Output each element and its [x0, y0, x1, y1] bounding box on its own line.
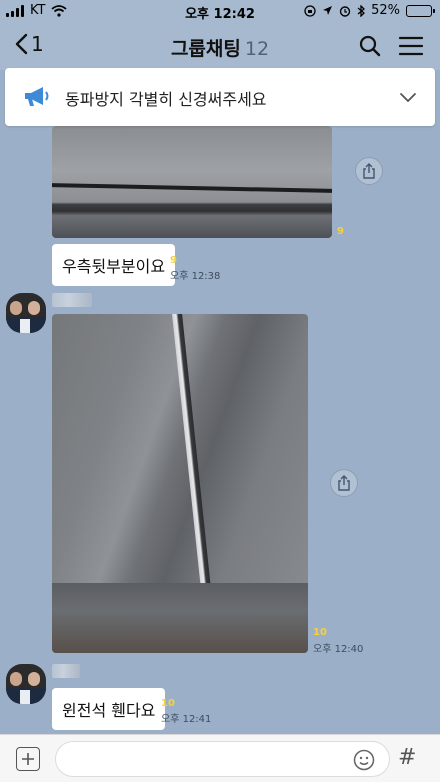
message-time: 오후 12:38 — [170, 271, 221, 282]
menu-button[interactable] — [398, 35, 424, 57]
notice-banner[interactable]: 동파방지 각별히 신경써주세요 — [5, 68, 435, 126]
attach-button[interactable] — [16, 747, 40, 771]
avatar[interactable] — [6, 664, 46, 704]
chevron-down-icon[interactable] — [399, 88, 417, 106]
message-input-bar: # — [0, 734, 440, 782]
photo-message[interactable] — [52, 126, 332, 238]
unread-count: 9 — [170, 255, 177, 266]
unread-count: 9 — [337, 226, 344, 237]
status-bar: KT 오후 12:42 52% — [0, 0, 440, 22]
status-right: 52% — [304, 3, 435, 18]
search-button[interactable] — [358, 34, 382, 58]
battery-icon — [406, 4, 435, 17]
hash-button[interactable]: # — [398, 745, 416, 770]
alarm-icon — [339, 5, 351, 17]
plus-icon — [22, 753, 34, 765]
member-count: 12 — [244, 38, 270, 60]
photo-detail — [52, 583, 308, 653]
share-icon — [363, 163, 375, 179]
photo-detail — [52, 183, 332, 193]
message-time: 오후 12:40 — [313, 644, 364, 655]
share-button[interactable] — [355, 157, 383, 185]
battery-percent: 52% — [371, 3, 400, 18]
unread-count: 10 — [161, 698, 175, 709]
share-button[interactable] — [330, 469, 358, 497]
location-icon — [323, 6, 333, 15]
bluetooth-icon — [357, 4, 366, 17]
message-bubble[interactable]: 우측뒷부분이요 — [52, 244, 176, 286]
chat-title: 그룹채팅 — [170, 38, 241, 60]
unread-count: 10 — [313, 627, 327, 638]
megaphone-icon — [25, 87, 49, 106]
search-icon — [359, 35, 381, 57]
chat-header: 1 그룹채팅 12 — [0, 22, 440, 70]
photo-detail — [172, 314, 214, 613]
sender-name — [52, 293, 92, 307]
lock-rotation-icon — [304, 4, 316, 17]
avatar[interactable] — [6, 293, 46, 333]
photo-message[interactable] — [52, 314, 308, 653]
message-bubble[interactable]: 윈전석 휀다요 — [52, 688, 166, 730]
notice-text: 동파방지 각별히 신경써주세요 — [65, 90, 267, 109]
menu-icon — [398, 36, 424, 56]
share-icon — [338, 475, 350, 491]
emoji-icon[interactable] — [353, 749, 375, 771]
message-input[interactable] — [55, 741, 390, 777]
message-time: 오후 12:41 — [161, 714, 212, 725]
sender-name — [52, 664, 80, 678]
